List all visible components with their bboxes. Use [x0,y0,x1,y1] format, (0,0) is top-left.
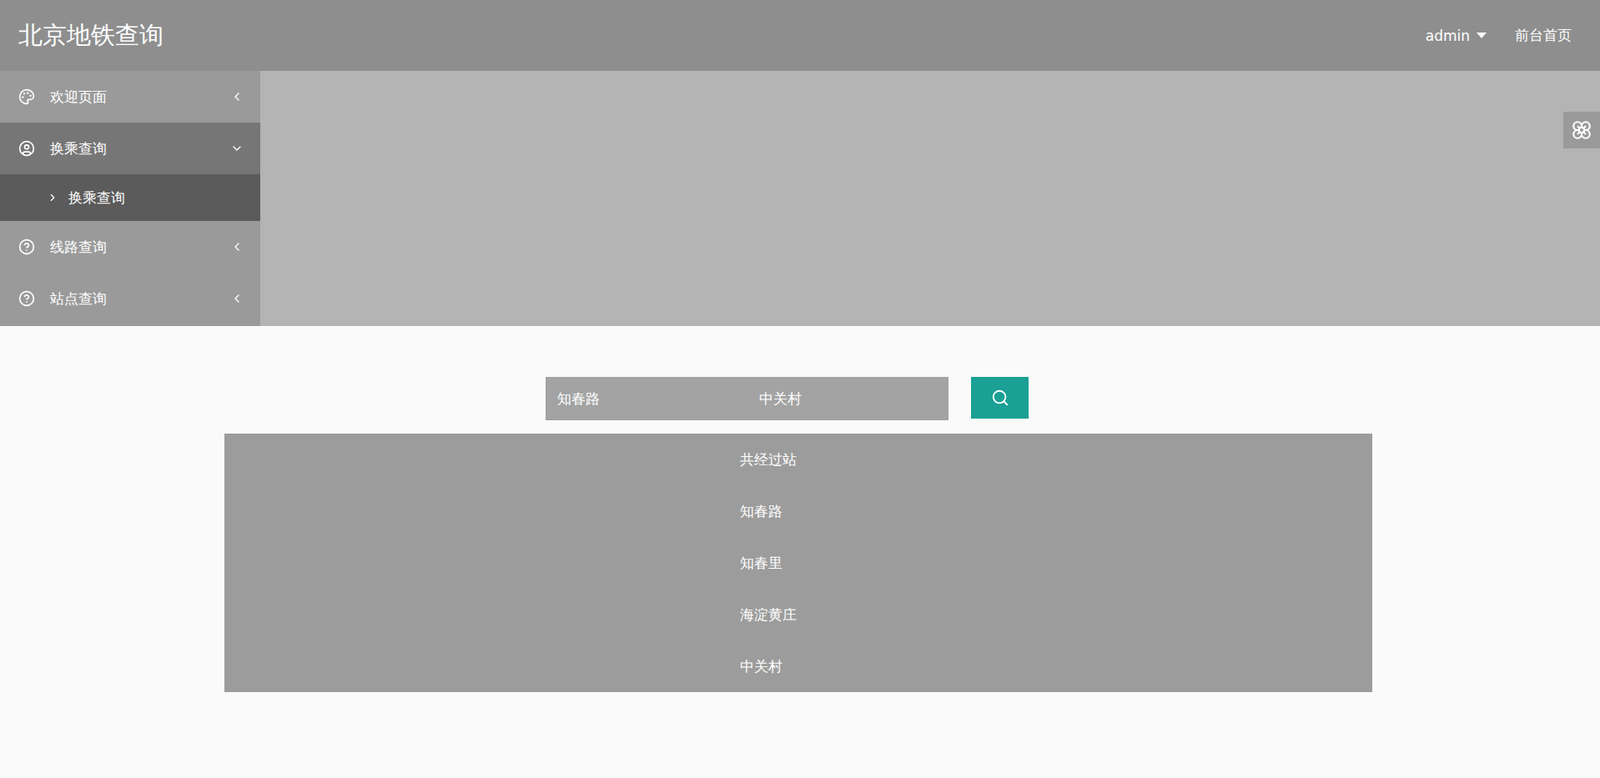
search-bar: 知春路中关村 [545,377,949,421]
sidebar-item[interactable]: 欢迎页面 [0,70,261,123]
user-name: admin [1425,27,1470,45]
search-button[interactable] [971,377,1029,419]
page: 北京地铁查询admin前台首页欢迎页面换乘查询换乘查询线路查询站点查询知春路中关… [0,0,1600,778]
chevron-icon [230,240,244,254]
sidebar-item[interactable]: 线路查询 [0,221,261,273]
palette-icon [18,88,36,106]
caret-down-icon [1476,32,1487,39]
result-station: 海淀黄庄 [224,588,1373,641]
result-station: 知春路 [224,485,1373,538]
chevron-icon [230,141,244,156]
chevron-right-icon [46,191,59,204]
theme-button[interactable] [1563,111,1600,149]
sidebar-label: 线路查询 [50,237,216,257]
result-summary: 共经过站 [224,433,1373,486]
header-right: admin 前台首页 [1425,25,1582,46]
result-station: 知春里 [224,537,1373,589]
sidebar-band: 欢迎页面换乘查询换乘查询线路查询站点查询 [0,70,1600,327]
overlay: 北京地铁查询admin前台首页欢迎页面换乘查询换乘查询线路查询站点查询 [0,0,1600,327]
header: 北京地铁查询 admin 前台首页 [0,0,1600,71]
user-icon [18,140,36,157]
chevron-icon [230,291,244,306]
sidebar-label: 站点查询 [50,289,216,309]
flower-icon [1570,119,1593,141]
sidebar-subitem[interactable]: 换乘查询 [0,174,261,222]
sidebar-label: 换乘查询 [50,139,216,159]
result-station: 中关村 [224,640,1373,693]
sidebar-item[interactable]: 换乘查询 [0,122,261,175]
help-icon [18,238,36,256]
user-menu[interactable]: admin [1425,27,1487,45]
sidebar: 欢迎页面换乘查询换乘查询线路查询站点查询 [0,70,261,327]
subitem-label: 换乘查询 [68,188,244,208]
search-icon [991,388,1010,408]
sidebar-item[interactable]: 站点查询 [0,272,261,325]
sidebar-label: 欢迎页面 [50,87,216,107]
result-panel: 共经过站知春路知春里海淀黄庄中关村 [224,433,1373,693]
home-link[interactable]: 前台首页 [1514,25,1572,46]
chevron-icon [230,90,244,104]
help-icon [18,290,36,307]
from-field[interactable]: 知春路 [545,377,748,421]
to-field[interactable]: 中关村 [747,377,950,421]
app-title: 北京地铁查询 [18,19,164,53]
